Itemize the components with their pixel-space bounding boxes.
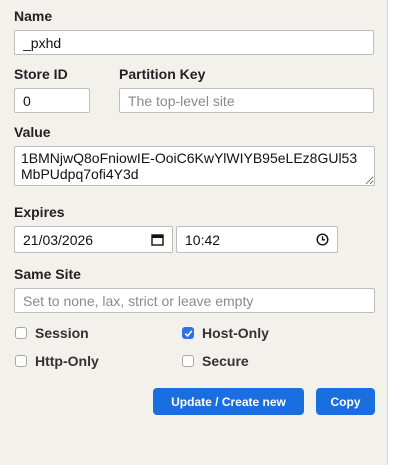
expires-date-input[interactable]: 21/03/2026 [14, 226, 173, 253]
copy-button[interactable]: Copy [316, 388, 375, 415]
checkmark-icon [184, 329, 192, 337]
same-site-input[interactable] [14, 288, 375, 313]
secure-checkbox[interactable]: Secure [182, 353, 249, 369]
value-label: Value [14, 124, 51, 140]
cookie-editor-panel: Name Store ID Partition Key Value 1BMNjw… [0, 0, 388, 465]
session-checkbox[interactable]: Session [15, 325, 89, 341]
secure-checkbox-box[interactable] [182, 355, 194, 367]
expires-label: Expires [14, 204, 65, 220]
host-only-label: Host-Only [202, 325, 269, 341]
host-only-checkbox[interactable]: Host-Only [182, 325, 269, 341]
http-only-label: Http-Only [35, 353, 99, 369]
host-only-checkbox-box[interactable] [182, 327, 194, 339]
calendar-icon[interactable] [150, 233, 164, 247]
store-id-input[interactable] [14, 88, 90, 113]
http-only-checkbox-box[interactable] [15, 355, 27, 367]
name-input[interactable] [14, 30, 374, 55]
partition-key-input[interactable] [119, 88, 374, 113]
http-only-checkbox[interactable]: Http-Only [15, 353, 99, 369]
session-label: Session [35, 325, 89, 341]
expires-time-input[interactable]: 10:42 [176, 226, 338, 253]
secure-label: Secure [202, 353, 249, 369]
value-textarea[interactable]: 1BMNjwQ8oFniowIE-OoiC6KwYlWIYB95eLEz8GUl… [14, 146, 375, 186]
update-create-button[interactable]: Update / Create new [153, 388, 304, 415]
name-label: Name [14, 8, 53, 24]
expires-time-value: 10:42 [185, 231, 221, 248]
session-checkbox-box[interactable] [15, 327, 27, 339]
store-id-label: Store ID [14, 66, 68, 82]
same-site-label: Same Site [14, 266, 81, 282]
expires-date-value: 21/03/2026 [23, 231, 94, 248]
clock-icon[interactable] [315, 233, 329, 247]
partition-key-label: Partition Key [119, 66, 206, 82]
